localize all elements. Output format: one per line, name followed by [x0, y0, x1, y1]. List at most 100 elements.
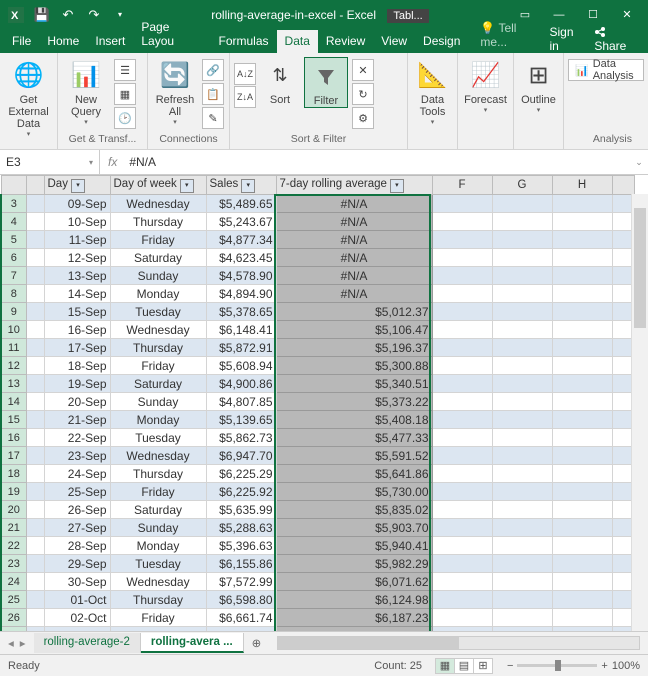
row-header[interactable]: 4 [1, 213, 26, 231]
cell[interactable] [432, 573, 492, 591]
cell-dow[interactable]: Monday [110, 285, 206, 303]
cell-avg[interactable]: $5,300.88 [276, 357, 432, 375]
cell[interactable] [432, 609, 492, 627]
cell-day[interactable]: 11-Sep [44, 231, 110, 249]
cell-day[interactable]: 27-Sep [44, 519, 110, 537]
cell-day[interactable]: 03-Oct [44, 627, 110, 632]
sort-za-icon[interactable]: Z↓A [234, 86, 256, 108]
cell[interactable] [492, 555, 552, 573]
cell[interactable] [432, 195, 492, 213]
cell[interactable] [26, 591, 44, 609]
cell-sales[interactable]: $4,807.85 [206, 393, 276, 411]
cell[interactable] [26, 339, 44, 357]
cell[interactable] [492, 429, 552, 447]
fx-icon[interactable]: fx [100, 155, 125, 169]
cell-sales[interactable]: $4,894.90 [206, 285, 276, 303]
cell[interactable] [492, 249, 552, 267]
cell[interactable] [552, 501, 612, 519]
row-header[interactable]: 27 [1, 627, 26, 632]
cell[interactable] [492, 357, 552, 375]
cell[interactable] [432, 483, 492, 501]
col-header[interactable]: Day of week▾ [110, 176, 206, 195]
cell-avg[interactable]: $5,641.86 [276, 465, 432, 483]
cell-sales[interactable]: $5,635.99 [206, 501, 276, 519]
cell[interactable] [26, 285, 44, 303]
cell-dow[interactable]: Friday [110, 609, 206, 627]
cell-avg[interactable]: $5,982.29 [276, 555, 432, 573]
cell-sales[interactable]: $4,578.90 [206, 267, 276, 285]
tab-design[interactable]: Design [415, 30, 468, 53]
cell[interactable] [26, 213, 44, 231]
row-header[interactable]: 18 [1, 465, 26, 483]
cell-dow[interactable]: Thursday [110, 339, 206, 357]
cell[interactable] [552, 303, 612, 321]
cell[interactable] [552, 321, 612, 339]
cell-sales[interactable]: $6,225.92 [206, 483, 276, 501]
new-query-button[interactable]: 📊New Query▾ [62, 57, 110, 127]
cell[interactable] [552, 393, 612, 411]
view-switcher[interactable]: ▦▤⊞ [436, 658, 493, 674]
cell-day[interactable]: 25-Sep [44, 483, 110, 501]
row-header[interactable]: 13 [1, 375, 26, 393]
cell-dow[interactable]: Wednesday [110, 321, 206, 339]
tab-home[interactable]: Home [39, 30, 87, 53]
cell-sales[interactable]: $5,288.63 [206, 519, 276, 537]
cell-sales[interactable]: $6,225.29 [206, 465, 276, 483]
col-header[interactable]: H [552, 176, 612, 195]
row-header[interactable]: 15 [1, 411, 26, 429]
vertical-scrollbar[interactable] [631, 194, 648, 631]
row-header[interactable]: 16 [1, 429, 26, 447]
row-header[interactable]: 17 [1, 447, 26, 465]
cell[interactable] [492, 321, 552, 339]
cell[interactable] [492, 231, 552, 249]
cell-dow[interactable]: Monday [110, 537, 206, 555]
redo-icon[interactable]: ↷ [82, 3, 106, 27]
reapply-icon[interactable]: ↻ [352, 83, 374, 105]
cell[interactable] [552, 249, 612, 267]
cell[interactable] [492, 195, 552, 213]
from-table-icon[interactable]: ▦ [114, 83, 136, 105]
cell[interactable] [552, 609, 612, 627]
row-header[interactable]: 7 [1, 267, 26, 285]
cell-day[interactable]: 16-Sep [44, 321, 110, 339]
cell[interactable] [552, 285, 612, 303]
show-queries-icon[interactable]: ☰ [114, 59, 136, 81]
cell[interactable] [432, 321, 492, 339]
cell[interactable] [26, 267, 44, 285]
cell-avg[interactable]: #N/A [276, 213, 432, 231]
cell[interactable] [26, 249, 44, 267]
zoom-in-icon[interactable]: + [601, 660, 607, 672]
cell[interactable] [26, 537, 44, 555]
row-header[interactable]: 9 [1, 303, 26, 321]
tab-data[interactable]: Data [277, 30, 318, 53]
cell[interactable] [26, 501, 44, 519]
sort-az-icon[interactable]: A↓Z [234, 63, 256, 85]
cell-sales[interactable]: $6,155.86 [206, 555, 276, 573]
cell[interactable] [432, 213, 492, 231]
cell[interactable] [432, 285, 492, 303]
cell[interactable] [432, 447, 492, 465]
row-header[interactable]: 26 [1, 609, 26, 627]
qa-dropdown-icon[interactable]: ▾ [108, 3, 132, 27]
cell-day[interactable]: 26-Sep [44, 501, 110, 519]
advanced-filter-icon[interactable]: ⚙ [352, 107, 374, 129]
cell-sales[interactable]: $5,608.94 [206, 357, 276, 375]
filter-dropdown-icon[interactable]: ▾ [390, 179, 404, 193]
zoom-control[interactable]: − + 100% [507, 660, 640, 672]
cell[interactable] [552, 375, 612, 393]
cell[interactable] [552, 429, 612, 447]
cell-day[interactable]: 14-Sep [44, 285, 110, 303]
filter-dropdown-icon[interactable]: ▾ [180, 179, 194, 193]
tab-review[interactable]: Review [318, 30, 373, 53]
cell-avg[interactable]: #N/A [276, 285, 432, 303]
cell[interactable] [26, 519, 44, 537]
cell-dow[interactable]: Sunday [110, 267, 206, 285]
cell-day[interactable]: 22-Sep [44, 429, 110, 447]
recent-sources-icon[interactable]: 🕑 [114, 107, 136, 129]
name-box[interactable]: E3▾ [0, 150, 100, 174]
cell[interactable] [26, 411, 44, 429]
cell-dow[interactable]: Sunday [110, 393, 206, 411]
cell[interactable] [552, 537, 612, 555]
cell-dow[interactable]: Saturday [110, 249, 206, 267]
cell-day[interactable]: 15-Sep [44, 303, 110, 321]
